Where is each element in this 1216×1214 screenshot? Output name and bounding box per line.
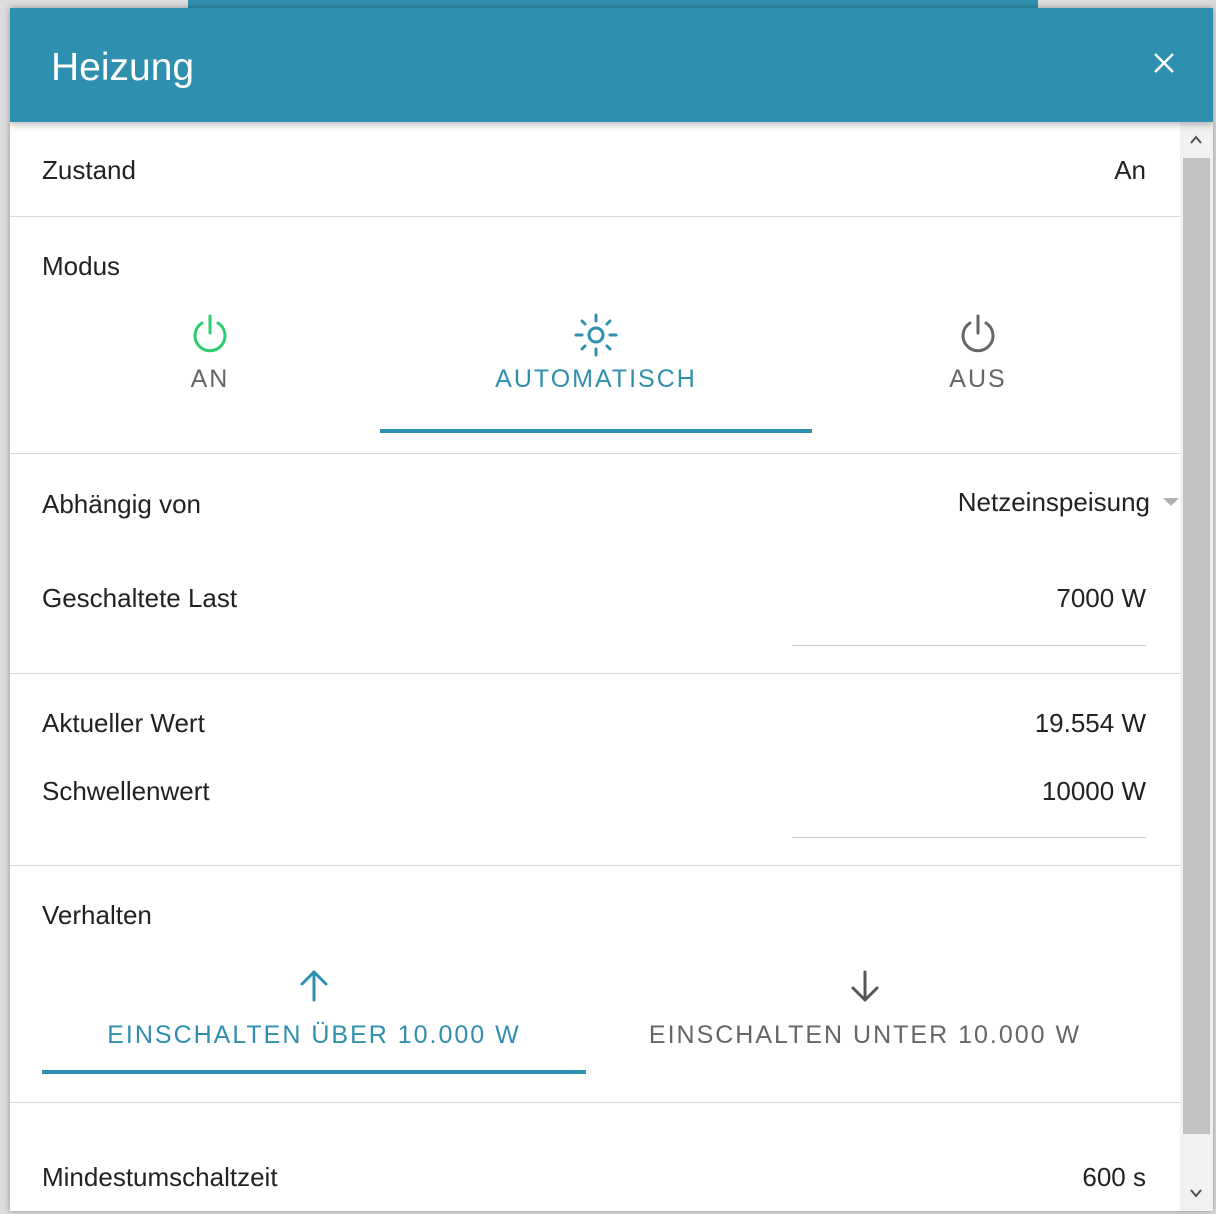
behavior-tab-above-label: EINSCHALTEN ÜBER 10.000 W	[107, 1021, 521, 1049]
dialog-header: Heizung	[10, 8, 1213, 122]
threshold-label: Schwellenwert	[42, 776, 210, 806]
state-value: An	[1114, 155, 1146, 185]
divider	[10, 453, 1180, 454]
caret-down-icon	[1163, 498, 1179, 506]
mode-tab-automatic[interactable]: AUTOMATISCH	[380, 302, 812, 422]
min-switch-time-label: Mindestumschaltzeit	[42, 1162, 278, 1192]
divider	[10, 865, 1180, 866]
mode-tab-automatic-label: AUTOMATISCH	[495, 365, 697, 393]
behavior-label: Verhalten	[42, 900, 152, 930]
behavior-tab-below-label: EINSCHALTEN UNTER 10.000 W	[648, 1021, 1082, 1049]
divider	[10, 216, 1180, 217]
sun-icon	[574, 313, 618, 357]
behavior-tab-above[interactable]: EINSCHALTEN ÜBER 10.000 W	[42, 954, 586, 1064]
arrow-down-icon	[851, 970, 879, 1002]
close-button[interactable]	[1147, 46, 1181, 80]
behavior-tab-below[interactable]: EINSCHALTEN UNTER 10.000 W	[600, 954, 1130, 1064]
dependency-label: Abhängig von	[42, 489, 202, 519]
switched-load-underline	[792, 645, 1146, 646]
switched-load-input[interactable]: 7000 W	[1056, 582, 1146, 614]
switched-load-label: Geschaltete Last	[42, 583, 238, 613]
divider	[10, 1102, 1180, 1103]
mode-tab-indicator	[380, 429, 812, 433]
power-icon	[961, 314, 995, 353]
mode-label: Modus	[42, 251, 121, 281]
dependency-select-value: Netzeinspeisung	[957, 487, 1150, 517]
scroll-up-icon[interactable]	[1188, 132, 1204, 148]
threshold-underline	[792, 837, 1146, 838]
threshold-input[interactable]: 10000 W	[1042, 775, 1146, 807]
close-icon	[1154, 53, 1174, 73]
mode-tab-on[interactable]: AN	[24, 302, 396, 422]
min-switch-time-input[interactable]: 600 s	[1082, 1161, 1146, 1193]
state-label: Zustand	[42, 155, 136, 185]
current-value: 19.554 W	[1034, 708, 1146, 738]
behavior-tab-indicator	[42, 1070, 586, 1074]
dialog-content: Zustand An Modus AN AUTOMATISCH AUS Abhä…	[10, 122, 1180, 1211]
mode-tab-on-label: AN	[190, 365, 230, 393]
scrollbar-thumb[interactable]	[1183, 158, 1210, 1134]
dependency-select[interactable]: Netzeinspeisung	[900, 486, 1180, 518]
heating-dialog: Heizung Zustand An Modus AN AUTOMATISCH …	[10, 8, 1213, 1211]
scroll-down-icon[interactable]	[1188, 1185, 1204, 1201]
dialog-title: Heizung	[51, 46, 195, 89]
scrollbar[interactable]	[1180, 122, 1213, 1211]
power-icon	[193, 314, 227, 353]
divider	[10, 673, 1180, 674]
arrow-up-icon	[300, 970, 328, 1002]
current-value-label: Aktueller Wert	[42, 708, 205, 738]
mode-tab-off[interactable]: AUS	[796, 302, 1160, 422]
mode-tab-off-label: AUS	[949, 365, 1007, 393]
